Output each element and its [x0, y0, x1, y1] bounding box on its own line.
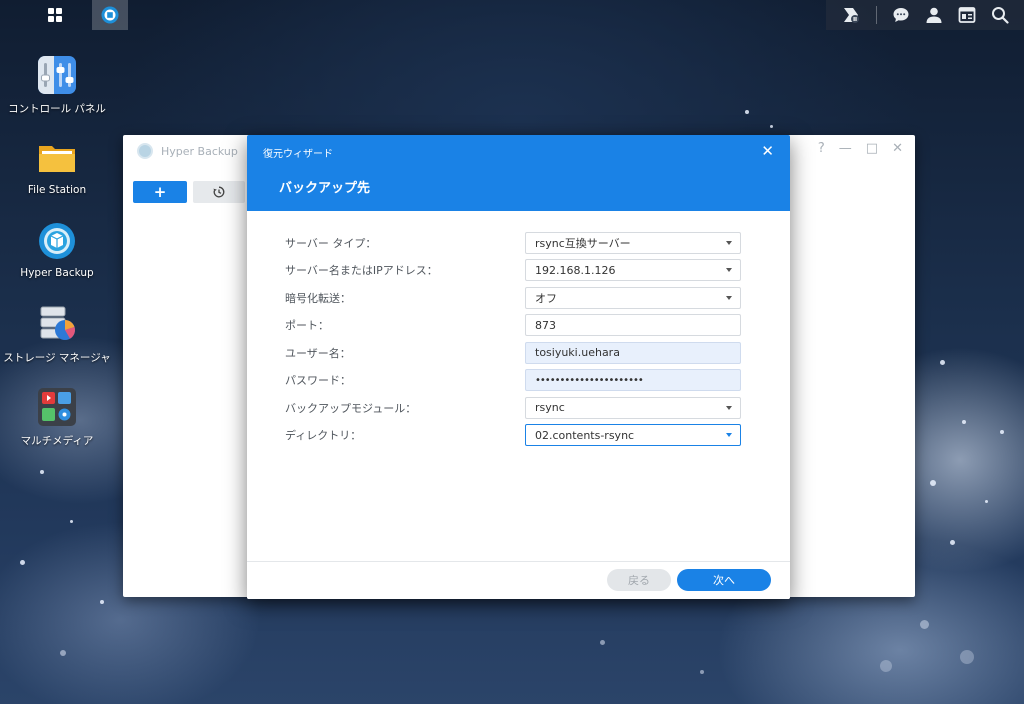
- hyper-backup-icon: [37, 221, 77, 261]
- desktop-icon-label: ストレージ マネージャ: [3, 352, 111, 364]
- desktop-icon-multimedia[interactable]: マルチメディア: [2, 387, 112, 448]
- server-type-select[interactable]: rsync互換サーバー: [525, 231, 741, 254]
- minimize-button[interactable]: —: [839, 141, 852, 156]
- window-controls: ? — □ ✕: [818, 141, 903, 156]
- backup-module-value: rsync: [535, 401, 565, 415]
- add-button[interactable]: +: [133, 181, 187, 203]
- desktop-icon-file-station[interactable]: File Station: [2, 138, 112, 196]
- password-value: ••••••••••••••••••••••: [535, 374, 644, 386]
- chevron-down-icon: [726, 268, 732, 273]
- port-label: ポート：: [285, 319, 329, 333]
- server-address-label: サーバー名またはIPアドレス：: [285, 264, 438, 278]
- folder-icon: [37, 138, 77, 178]
- server-address-value: 192.168.1.126: [535, 263, 616, 277]
- port-input[interactable]: 873: [525, 314, 741, 337]
- encryption-label: 暗号化転送：: [285, 291, 351, 305]
- desktop-icon-label: File Station: [27, 184, 87, 196]
- close-window-button[interactable]: ✕: [892, 141, 903, 156]
- desktop-icon-control-panel[interactable]: コントロール パネル: [2, 55, 112, 116]
- chevron-down-icon: [726, 405, 732, 410]
- server-address-select[interactable]: 192.168.1.126: [525, 259, 741, 282]
- encryption-value: オフ: [535, 291, 557, 305]
- next-button[interactable]: 次へ: [677, 569, 771, 591]
- directory-select[interactable]: 02.contents-rsync: [525, 424, 741, 447]
- chevron-down-icon: [726, 240, 732, 245]
- chat-icon[interactable]: [892, 6, 910, 24]
- storage-icon: [37, 304, 77, 344]
- server-address-row: サーバー名またはIPアドレス： 192.168.1.126: [285, 257, 743, 285]
- desktop-icon-label: マルチメディア: [20, 435, 94, 447]
- password-row: パスワード： ••••••••••••••••••••••: [285, 367, 743, 395]
- divider: [876, 6, 878, 24]
- restore-wizard-dialog: 復元ウィザード ✕ バックアップ先 サーバー タイプ： rsync互換サーバー …: [247, 135, 790, 599]
- desktop-icon-hyper-backup[interactable]: Hyper Backup: [2, 221, 112, 279]
- backup-module-select[interactable]: rsync: [525, 396, 741, 419]
- maximize-button[interactable]: □: [866, 141, 878, 156]
- user-icon[interactable]: [925, 6, 943, 24]
- username-label: ユーザー名：: [285, 346, 351, 360]
- server-type-value: rsync互換サーバー: [535, 236, 631, 250]
- server-type-row: サーバー タイプ： rsync互換サーバー: [285, 229, 743, 257]
- password-input[interactable]: ••••••••••••••••••••••: [525, 369, 741, 392]
- directory-value: 02.contents-rsync: [535, 428, 635, 442]
- taskbar-hyper-backup-button[interactable]: [92, 0, 128, 30]
- help-button[interactable]: ?: [818, 141, 825, 156]
- history-icon: [213, 186, 225, 198]
- window-toolbar: +: [133, 181, 245, 203]
- chevron-down-icon: [726, 295, 732, 300]
- server-type-label: サーバー タイプ：: [285, 236, 377, 250]
- username-input[interactable]: tosiyuki.uehara: [525, 341, 741, 364]
- step-title: バックアップ先: [279, 181, 371, 196]
- dialog-footer: 戻る 次へ: [247, 561, 790, 599]
- taskbar: [0, 0, 1024, 30]
- hyper-backup-icon: [101, 6, 119, 24]
- control-panel-icon: [37, 55, 77, 95]
- directory-row: ディレクトリ： 02.contents-rsync: [285, 422, 743, 450]
- username-row: ユーザー名： tosiyuki.uehara: [285, 339, 743, 367]
- hyper-backup-logo-icon: [137, 143, 153, 159]
- desktop-icon-label: コントロール パネル: [8, 103, 106, 115]
- main-menu-button[interactable]: [30, 0, 80, 30]
- directory-label: ディレクトリ：: [285, 429, 362, 443]
- close-dialog-button[interactable]: ✕: [761, 142, 774, 160]
- widgets-icon[interactable]: [958, 6, 976, 24]
- back-button[interactable]: 戻る: [607, 569, 671, 591]
- encryption-select[interactable]: オフ: [525, 286, 741, 309]
- notification-icon[interactable]: [841, 6, 861, 24]
- port-row: ポート： 873: [285, 312, 743, 340]
- desktop-icon-storage-manager[interactable]: ストレージ マネージャ: [2, 304, 112, 365]
- backup-module-row: バックアップモジュール： rsync: [285, 394, 743, 422]
- search-icon[interactable]: [991, 6, 1009, 24]
- restore-button[interactable]: [193, 181, 245, 203]
- port-value: 873: [535, 318, 556, 332]
- destination-form: サーバー タイプ： rsync互換サーバー サーバー名またはIPアドレス： 19…: [285, 229, 743, 449]
- window-title: Hyper Backup: [161, 144, 238, 158]
- system-tray: [826, 0, 1024, 30]
- backup-module-label: バックアップモジュール：: [285, 401, 417, 415]
- dialog-header: 復元ウィザード ✕ バックアップ先: [247, 135, 790, 211]
- chevron-down-icon: [726, 433, 732, 438]
- username-value: tosiyuki.uehara: [535, 346, 620, 360]
- wizard-title: 復元ウィザード: [263, 149, 333, 160]
- password-label: パスワード：: [285, 374, 351, 388]
- grid-icon: [48, 8, 62, 22]
- encryption-row: 暗号化転送： オフ: [285, 284, 743, 312]
- multimedia-icon: [37, 387, 77, 427]
- desktop-icon-label: Hyper Backup: [20, 267, 94, 279]
